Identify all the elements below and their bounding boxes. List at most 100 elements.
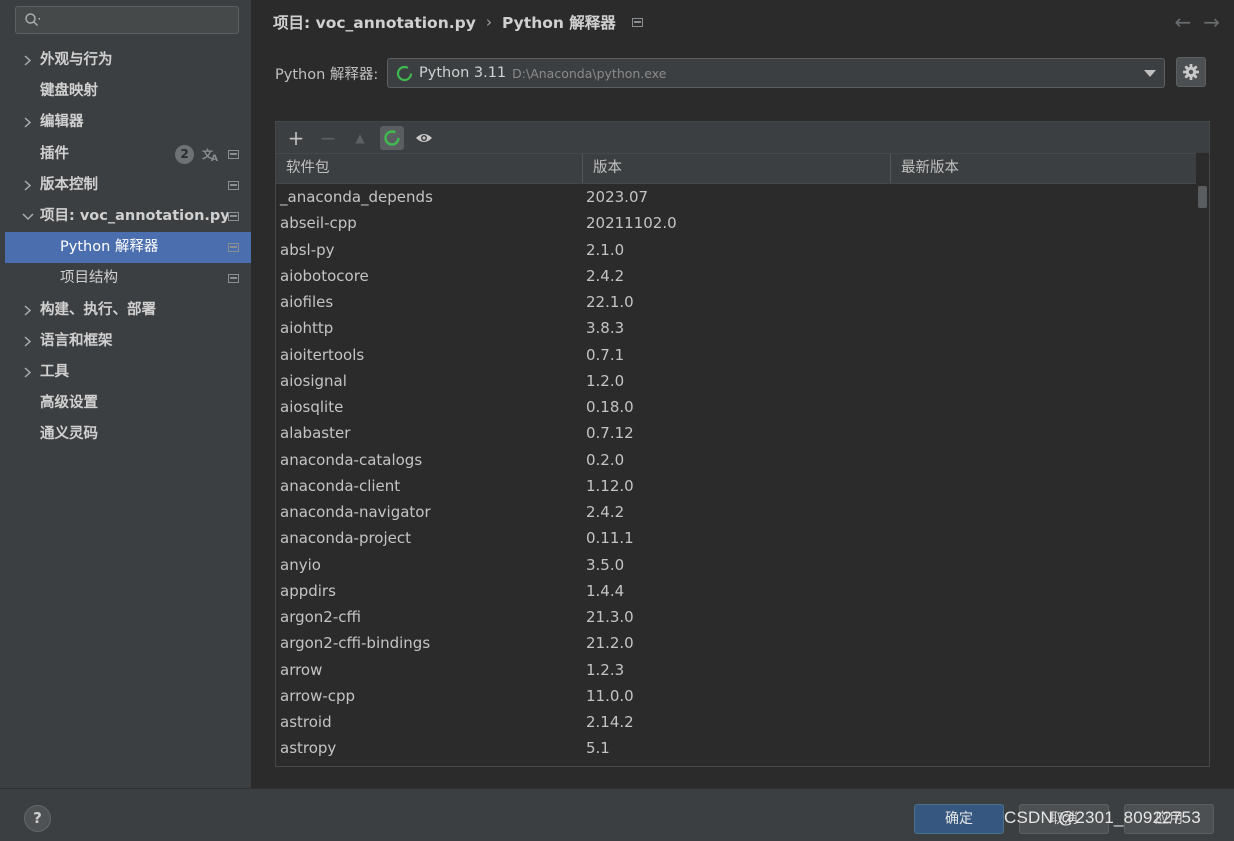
back-arrow-icon[interactable]: ←	[1174, 10, 1191, 34]
sidebar-item-appearance[interactable]: 外观与行为	[0, 45, 251, 76]
interpreter-settings-button[interactable]	[1176, 57, 1206, 87]
table-row[interactable]: argon2-cffi 21.3.0	[276, 604, 1196, 630]
package-name-cell: arrow-cpp	[280, 686, 356, 705]
add-package-button[interactable]: +	[284, 126, 308, 150]
ok-button[interactable]: 确定	[914, 804, 1004, 834]
sidebar-item-label: 插件	[40, 145, 69, 162]
loading-spinner-icon	[396, 65, 413, 81]
sidebar-item-label: 通义灵码	[40, 426, 98, 443]
table-row[interactable]: appdirs 1.4.4	[276, 578, 1196, 604]
package-name-cell: aiohttp	[280, 319, 334, 338]
project-scope-icon	[228, 211, 239, 221]
table-row[interactable]: _anaconda_depends 2023.07	[276, 184, 1196, 210]
sidebar-item-project[interactable]: 项目: voc_annotation.py	[0, 201, 251, 232]
table-row[interactable]: aiofiles 22.1.0	[276, 289, 1196, 315]
table-row[interactable]: alabaster 0.7.12	[276, 420, 1196, 446]
table-row[interactable]: aiosqlite 0.18.0	[276, 394, 1196, 420]
package-name-cell: arrow	[280, 660, 323, 679]
interpreter-label: Python 解释器:	[275, 66, 379, 83]
table-row[interactable]: arrow-cpp 11.0.0	[276, 683, 1196, 709]
translate-icon: 文 A	[202, 147, 218, 162]
package-version-cell: 3.8.3	[586, 319, 625, 338]
help-button[interactable]: ?	[24, 805, 51, 832]
sidebar-item-languages[interactable]: 语言和框架	[0, 326, 251, 357]
project-scope-icon	[228, 149, 239, 159]
sidebar-item-python-interpreter[interactable]: Python 解释器	[5, 232, 251, 264]
table-row[interactable]: anyio 3.5.0	[276, 552, 1196, 578]
sidebar-item-tongyi[interactable]: 通义灵码	[0, 419, 251, 450]
column-header-latest-version[interactable]: 最新版本	[891, 154, 1196, 183]
refresh-button[interactable]	[380, 125, 404, 150]
package-name-cell: astroid	[280, 713, 332, 731]
upgrade-package-button[interactable]: ▲	[348, 126, 372, 150]
package-version-cell: 2.1.0	[586, 240, 625, 259]
interpreter-path: D:\Anaconda\python.exe	[512, 65, 667, 81]
table-row[interactable]: anaconda-catalogs 0.2.0	[276, 447, 1196, 473]
table-row[interactable]: absl-py 2.1.0	[276, 237, 1196, 263]
column-header-version[interactable]: 版本	[583, 154, 891, 183]
package-panel: + − ▲ 软件包 版本 最新版本 _anaconda_depends 2023.…	[275, 121, 1210, 767]
sidebar-item-label: 外观与行为	[40, 52, 113, 68]
sidebar-item-advanced[interactable]: 高级设置	[0, 388, 251, 419]
package-name-cell: anaconda-navigator	[280, 503, 431, 521]
table-row[interactable]: astroid 2.14.2	[276, 709, 1196, 735]
table-row[interactable]: argon2-cffi-bindings 21.2.0	[276, 630, 1196, 656]
eye-icon	[416, 133, 432, 142]
remove-package-button[interactable]: −	[316, 126, 340, 150]
update-count-badge: 2	[175, 144, 194, 164]
package-version-cell: 1.2.3	[586, 660, 625, 679]
table-row[interactable]: aiosignal 1.2.0	[276, 368, 1196, 394]
package-version-cell: 11.0.0	[586, 686, 634, 705]
table-row[interactable]: astropy 5.1	[276, 735, 1196, 761]
table-row[interactable]: aiohttp 3.8.3	[276, 315, 1196, 341]
search-input[interactable]	[15, 6, 239, 34]
package-name-cell: absl-py	[280, 240, 335, 259]
package-name-cell: anaconda-client	[280, 476, 401, 495]
package-name-cell: aiofiles	[280, 293, 334, 311]
sidebar-item-tools[interactable]: 工具	[0, 357, 251, 388]
package-version-cell: 1.2.0	[586, 371, 625, 390]
table-row[interactable]: abseil-cpp 20211102.0	[276, 210, 1196, 236]
package-version-cell: 2.4.2	[586, 503, 625, 521]
package-name-cell: argon2-cffi-bindings	[280, 634, 431, 653]
show-details-button[interactable]	[412, 126, 436, 150]
table-row[interactable]: anaconda-navigator 2.4.2	[276, 499, 1196, 525]
chevron-down-icon	[22, 213, 34, 220]
sidebar-item-build[interactable]: 构建、执行、部署	[0, 295, 251, 326]
table-row[interactable]: anaconda-project 0.11.1	[276, 525, 1196, 551]
package-version-cell: 20211102.0	[586, 214, 677, 233]
package-toolbar: + − ▲	[276, 122, 1209, 153]
table-row[interactable]: arrow 1.2.3	[276, 657, 1196, 683]
dropdown-arrow-icon	[1144, 70, 1156, 77]
package-name-cell: astropy	[280, 739, 337, 758]
package-version-cell: 0.11.1	[586, 529, 634, 548]
sidebar-item-vcs[interactable]: 版本控制	[0, 170, 251, 201]
package-name-cell: abseil-cpp	[280, 214, 357, 233]
vertical-scrollbar[interactable]	[1196, 153, 1209, 766]
sidebar-item-project-structure[interactable]: 项目结构	[0, 263, 251, 294]
package-version-cell: 21.2.0	[586, 634, 634, 653]
sidebar-item-plugins[interactable]: 插件 2 文 A	[0, 139, 251, 170]
chevron-right-icon	[24, 117, 32, 128]
package-name-cell: _anaconda_depends	[280, 188, 433, 206]
column-header-package[interactable]: 软件包	[276, 154, 583, 183]
sidebar-item-label: 键盘映射	[40, 83, 98, 100]
interpreter-select[interactable]: Python 3.11 D:\Anaconda\python.exe	[387, 58, 1165, 88]
forward-arrow-icon[interactable]: →	[1203, 10, 1220, 34]
svg-text:A: A	[211, 154, 218, 162]
table-row[interactable]: anaconda-client 1.12.0	[276, 473, 1196, 499]
table-row[interactable]: aioitertools 0.7.1	[276, 342, 1196, 368]
sidebar-item-keymap[interactable]: 键盘映射	[0, 76, 251, 107]
scrollbar-thumb[interactable]	[1198, 186, 1207, 208]
sidebar-item-label: 编辑器	[40, 114, 84, 131]
breadcrumb: 项目: voc_annotation.py › Python 解释器	[273, 10, 643, 34]
table-row[interactable]: aiobotocore 2.4.2	[276, 263, 1196, 289]
loading-spinner-icon	[384, 129, 400, 146]
sidebar-item-label: 高级设置	[40, 395, 98, 412]
sidebar-item-label: 构建、执行、部署	[40, 301, 156, 318]
package-name-cell: aiosqlite	[280, 398, 344, 416]
package-version-cell: 21.3.0	[586, 608, 634, 626]
chevron-right-icon	[24, 55, 32, 66]
sidebar-item-editor[interactable]: 编辑器	[0, 107, 251, 138]
package-name-cell: aiobotocore	[280, 266, 369, 285]
